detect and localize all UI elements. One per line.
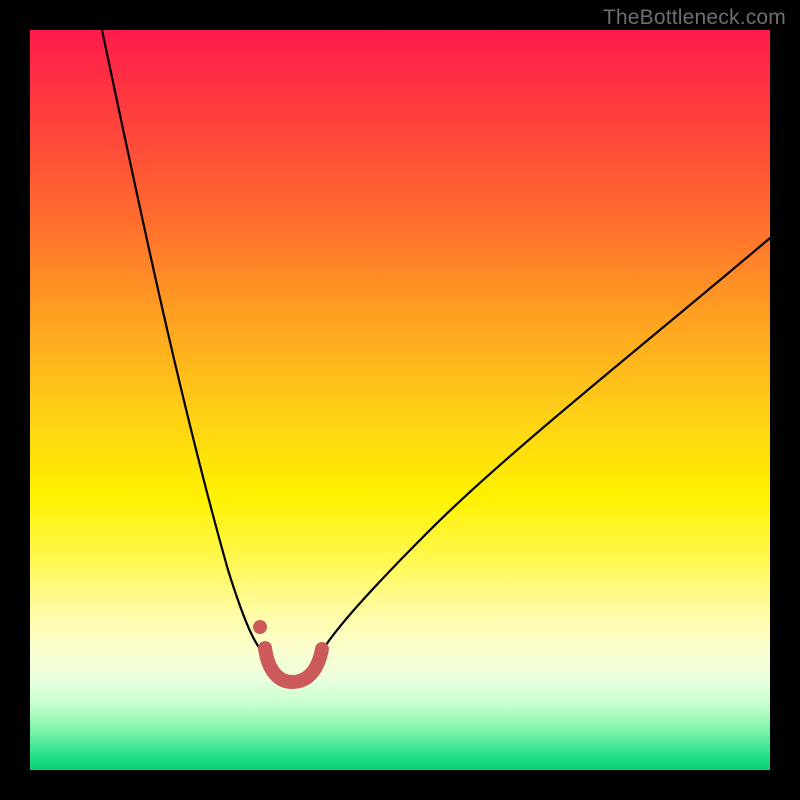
left-descent-curve [102, 30, 265, 655]
plot-frame [30, 30, 770, 770]
right-ascent-curve [320, 238, 770, 655]
valley-dot [253, 620, 267, 634]
watermark-text: TheBottleneck.com [603, 6, 786, 30]
valley-u-shape [265, 648, 322, 682]
bottleneck-curve-svg [30, 30, 770, 770]
